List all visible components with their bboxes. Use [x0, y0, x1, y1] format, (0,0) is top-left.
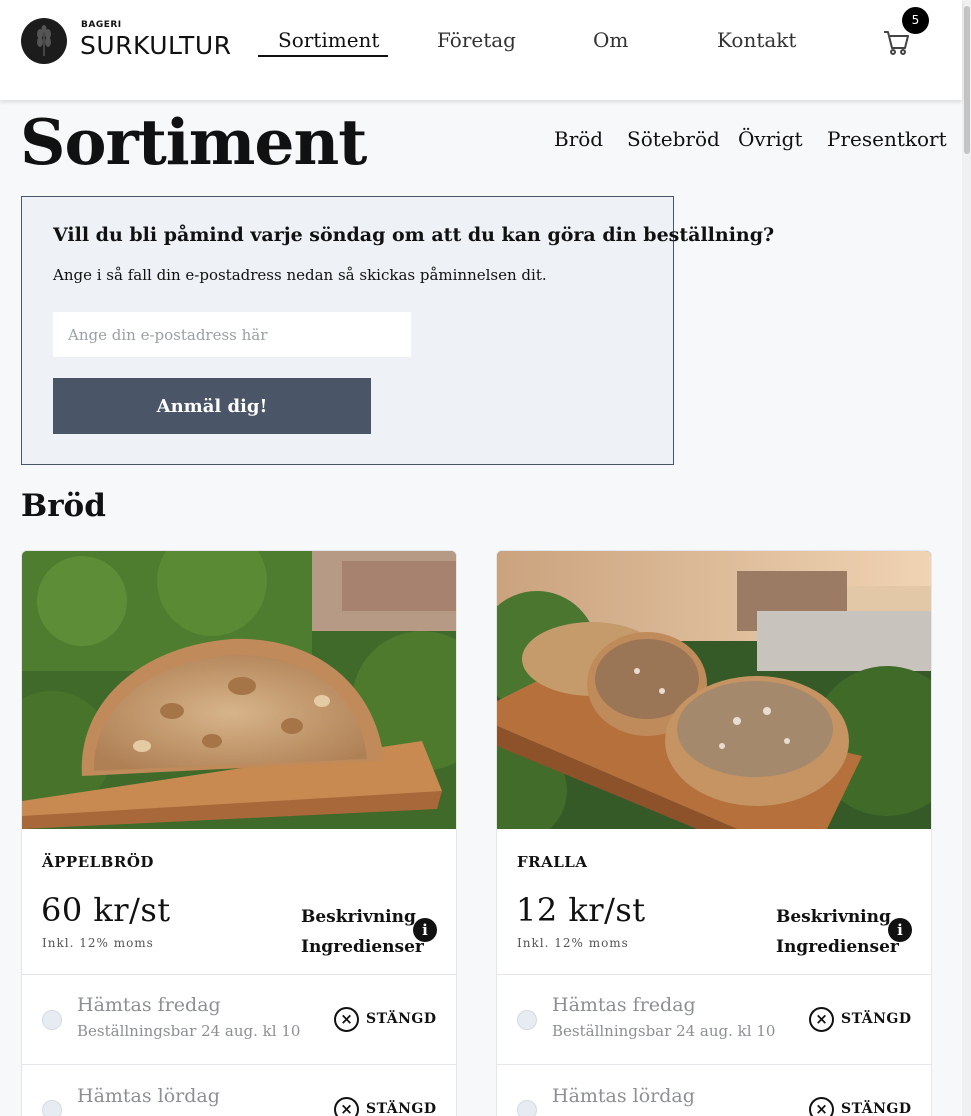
site-header: BAGERI SURKULTUR Sortiment Företag Om Ko… [0, 0, 962, 100]
nav-active-underline [258, 55, 388, 57]
description-link[interactable]: Beskrivning [776, 902, 899, 932]
signup-button[interactable]: Anmäl dig! [53, 378, 371, 434]
pickup-title: Hämtas lördag [77, 1085, 220, 1107]
pickup-status: STÄNGD [366, 1011, 437, 1027]
product-info-links[interactable]: Beskrivning Ingredienser [301, 902, 424, 962]
product-name: FRALLA [517, 853, 588, 871]
product-name: ÄPPELBRÖD [42, 853, 154, 871]
product-info-links[interactable]: Beskrivning Ingredienser [776, 902, 899, 962]
card-divider [497, 1064, 931, 1065]
section-title-brod: Bröd [21, 488, 106, 524]
card-divider [22, 974, 456, 975]
subnav-ovrigt[interactable]: Övrigt [738, 127, 803, 151]
pickup-status: STÄNGD [841, 1101, 912, 1116]
logo-title[interactable]: SURKULTUR [80, 31, 232, 60]
nav-kontakt[interactable]: Kontakt [717, 28, 796, 52]
email-input[interactable] [53, 312, 411, 357]
product-card: ÄPPELBRÖD 60 kr/st Inkl. 12% moms Beskri… [21, 550, 457, 1116]
ingredients-link[interactable]: Ingredienser [301, 932, 424, 962]
description-link[interactable]: Beskrivning [301, 902, 424, 932]
pickup-status: STÄNGD [841, 1011, 912, 1027]
card-divider [22, 1064, 456, 1065]
reminder-text: Ange i så fall din e-postadress nedan så… [53, 266, 547, 284]
pickup-radio[interactable] [517, 1010, 537, 1030]
nav-sortiment[interactable]: Sortiment [278, 28, 379, 52]
pickup-radio[interactable] [42, 1100, 62, 1116]
scrollbar-thumb[interactable] [964, 6, 970, 154]
subnav-presentkort[interactable]: Presentkort [827, 127, 947, 151]
pickup-status: STÄNGD [366, 1101, 437, 1116]
reminder-signup-box: Vill du bli påmind varje söndag om att d… [21, 196, 774, 465]
card-divider [497, 974, 931, 975]
product-vat: Inkl. 12% moms [517, 936, 629, 950]
closed-x-icon: × [334, 1097, 359, 1116]
pickup-radio[interactable] [42, 1010, 62, 1030]
logo-wheat-icon[interactable] [21, 18, 67, 64]
product-image-appelbrod [22, 551, 456, 829]
page-title: Sortiment [20, 105, 367, 179]
nav-om[interactable]: Om [593, 28, 628, 52]
closed-x-icon: × [809, 1007, 834, 1032]
scrollbar-track[interactable] [962, 0, 971, 1116]
product-price: 12 kr/st [516, 891, 646, 929]
subnav-brod[interactable]: Bröd [554, 127, 603, 151]
pickup-title: Hämtas fredag [77, 994, 221, 1016]
pickup-subtitle: Beställningsbar 24 aug. kl 10 [77, 1022, 301, 1040]
product-vat: Inkl. 12% moms [42, 936, 154, 950]
product-card: FRALLA 12 kr/st Inkl. 12% moms Beskrivni… [496, 550, 932, 1116]
reminder-question: Vill du bli påmind varje söndag om att d… [53, 224, 775, 246]
subnav-sotebrod[interactable]: Sötebröd [627, 127, 720, 151]
pickup-radio[interactable] [517, 1100, 537, 1116]
pickup-title: Hämtas lördag [552, 1085, 695, 1107]
pickup-title: Hämtas fredag [552, 994, 696, 1016]
logo-subtitle: BAGERI [81, 20, 122, 30]
info-icon[interactable]: i [888, 918, 912, 942]
info-icon[interactable]: i [413, 918, 437, 942]
closed-x-icon: × [334, 1007, 359, 1032]
nav-foretag[interactable]: Företag [437, 28, 516, 52]
closed-x-icon: × [809, 1097, 834, 1116]
ingredients-link[interactable]: Ingredienser [776, 932, 899, 962]
product-price: 60 kr/st [41, 891, 171, 929]
cart-count-badge: 5 [902, 7, 929, 34]
product-image-fralla [497, 551, 931, 829]
pickup-subtitle: Beställningsbar 24 aug. kl 10 [552, 1022, 776, 1040]
